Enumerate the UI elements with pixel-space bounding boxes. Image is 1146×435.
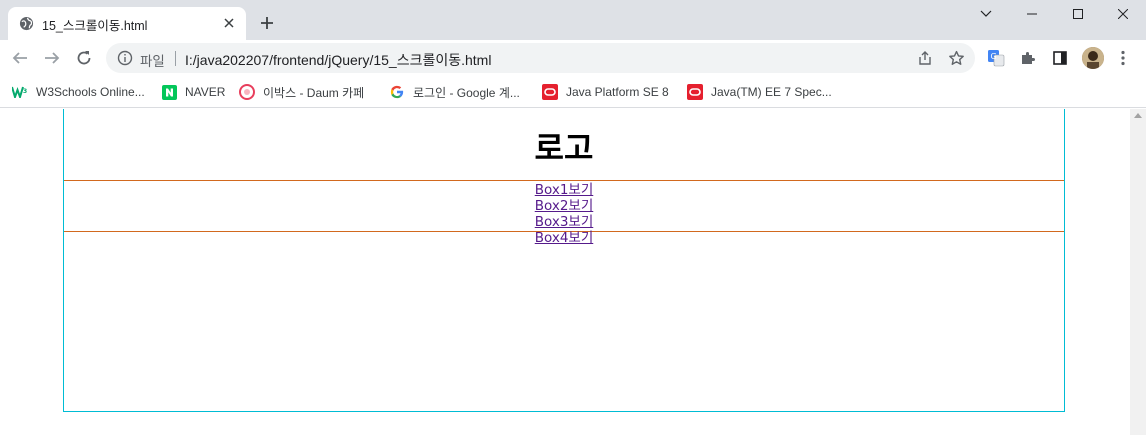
- scroll-up-arrow-icon[interactable]: [1134, 113, 1142, 118]
- box2-link[interactable]: Box2보기: [535, 198, 594, 214]
- close-tab-icon[interactable]: [221, 15, 237, 31]
- menu-list: Box1보기 Box2보기 Box3보기 Box4보기: [64, 181, 1064, 246]
- bookmarks-bar: 3 W3Schools Online... NAVER 이박스 - Daum 카…: [0, 76, 1146, 108]
- bookmark-java-se8[interactable]: Java Platform SE 8: [542, 82, 669, 102]
- tab-title: 15_스크롤이동.html: [42, 19, 148, 33]
- bookmark-label: Java(TM) EE 7 Spec...: [711, 85, 832, 99]
- bookmark-label: W3Schools Online...: [36, 85, 145, 99]
- new-tab-button[interactable]: [256, 12, 278, 34]
- omnibox-divider: [175, 51, 176, 66]
- menu-item: Box4보기: [64, 229, 1064, 246]
- box3-link[interactable]: Box3보기: [535, 214, 594, 230]
- side-panel-icon[interactable]: [1050, 48, 1070, 68]
- bookmark-naver[interactable]: NAVER: [161, 82, 225, 102]
- bookmark-label: 로그인 - Google 계...: [413, 85, 520, 100]
- box4-link[interactable]: Box4보기: [535, 230, 594, 246]
- extensions-puzzle-icon[interactable]: [1018, 48, 1038, 68]
- browser-tab[interactable]: 15_스크롤이동.html: [8, 7, 246, 40]
- w3schools-icon: 3: [12, 84, 28, 100]
- url-text[interactable]: I:/java202207/frontend/jQuery/15_스크롤이동.h…: [185, 50, 491, 70]
- bookmark-label: NAVER: [185, 85, 226, 99]
- info-icon[interactable]: [117, 50, 133, 66]
- close-window-button[interactable]: [1100, 0, 1146, 28]
- naver-icon: [161, 84, 177, 100]
- bookmark-star-icon[interactable]: [947, 49, 965, 67]
- menu-area: Box1보기 Box2보기 Box3보기 Box4보기: [64, 181, 1064, 246]
- minimize-button[interactable]: [1009, 0, 1055, 28]
- tab-search-chevron-icon[interactable]: [963, 0, 1009, 28]
- back-arrow-icon[interactable]: [8, 46, 32, 70]
- logo-area: 로고: [64, 109, 1064, 181]
- oracle-icon: [687, 84, 703, 100]
- page-viewport: 로고 Box1보기 Box2보기 Box3보기 Box4보기: [0, 109, 1130, 435]
- browser-toolbar: 파일 I:/java202207/frontend/jQuery/15_스크롤이…: [0, 40, 1146, 76]
- forward-arrow-icon[interactable]: [40, 46, 64, 70]
- reload-icon[interactable]: [72, 46, 96, 70]
- google-translate-icon[interactable]: G: [986, 48, 1006, 68]
- daum-cafe-icon: [239, 84, 255, 100]
- menu-item: Box3보기: [64, 213, 1064, 230]
- box1-link[interactable]: Box1보기: [535, 182, 594, 198]
- bookmark-daum-cafe[interactable]: 이박스 - Daum 카페: [239, 82, 364, 102]
- page-container: 로고 Box1보기 Box2보기 Box3보기 Box4보기: [63, 109, 1065, 412]
- address-bar[interactable]: 파일 I:/java202207/frontend/jQuery/15_스크롤이…: [106, 43, 975, 73]
- google-icon: [389, 84, 405, 100]
- profile-avatar[interactable]: [1082, 47, 1104, 69]
- bookmark-w3schools[interactable]: 3 W3Schools Online...: [12, 82, 145, 102]
- menu-item: Box1보기: [64, 181, 1064, 198]
- bookmark-label: Java Platform SE 8: [566, 85, 669, 99]
- maximize-button[interactable]: [1055, 0, 1101, 28]
- share-icon[interactable]: [916, 49, 934, 67]
- menu-item: Box2보기: [64, 197, 1064, 214]
- oracle-icon: [542, 84, 558, 100]
- bookmark-java-ee7[interactable]: Java(TM) EE 7 Spec...: [687, 82, 832, 102]
- bookmark-label: 이박스 - Daum 카페: [263, 85, 365, 100]
- globe-icon: [19, 16, 34, 31]
- bookmark-google-login[interactable]: 로그인 - Google 계...: [389, 82, 520, 102]
- svg-text:3: 3: [23, 88, 27, 95]
- vertical-scrollbar[interactable]: [1130, 109, 1146, 435]
- logo-heading: 로고: [534, 129, 594, 167]
- tab-strip: 15_스크롤이동.html: [0, 0, 1146, 40]
- menu-kebab-icon[interactable]: [1113, 48, 1133, 68]
- svg-text:G: G: [991, 52, 997, 61]
- scheme-label: 파일: [140, 54, 165, 70]
